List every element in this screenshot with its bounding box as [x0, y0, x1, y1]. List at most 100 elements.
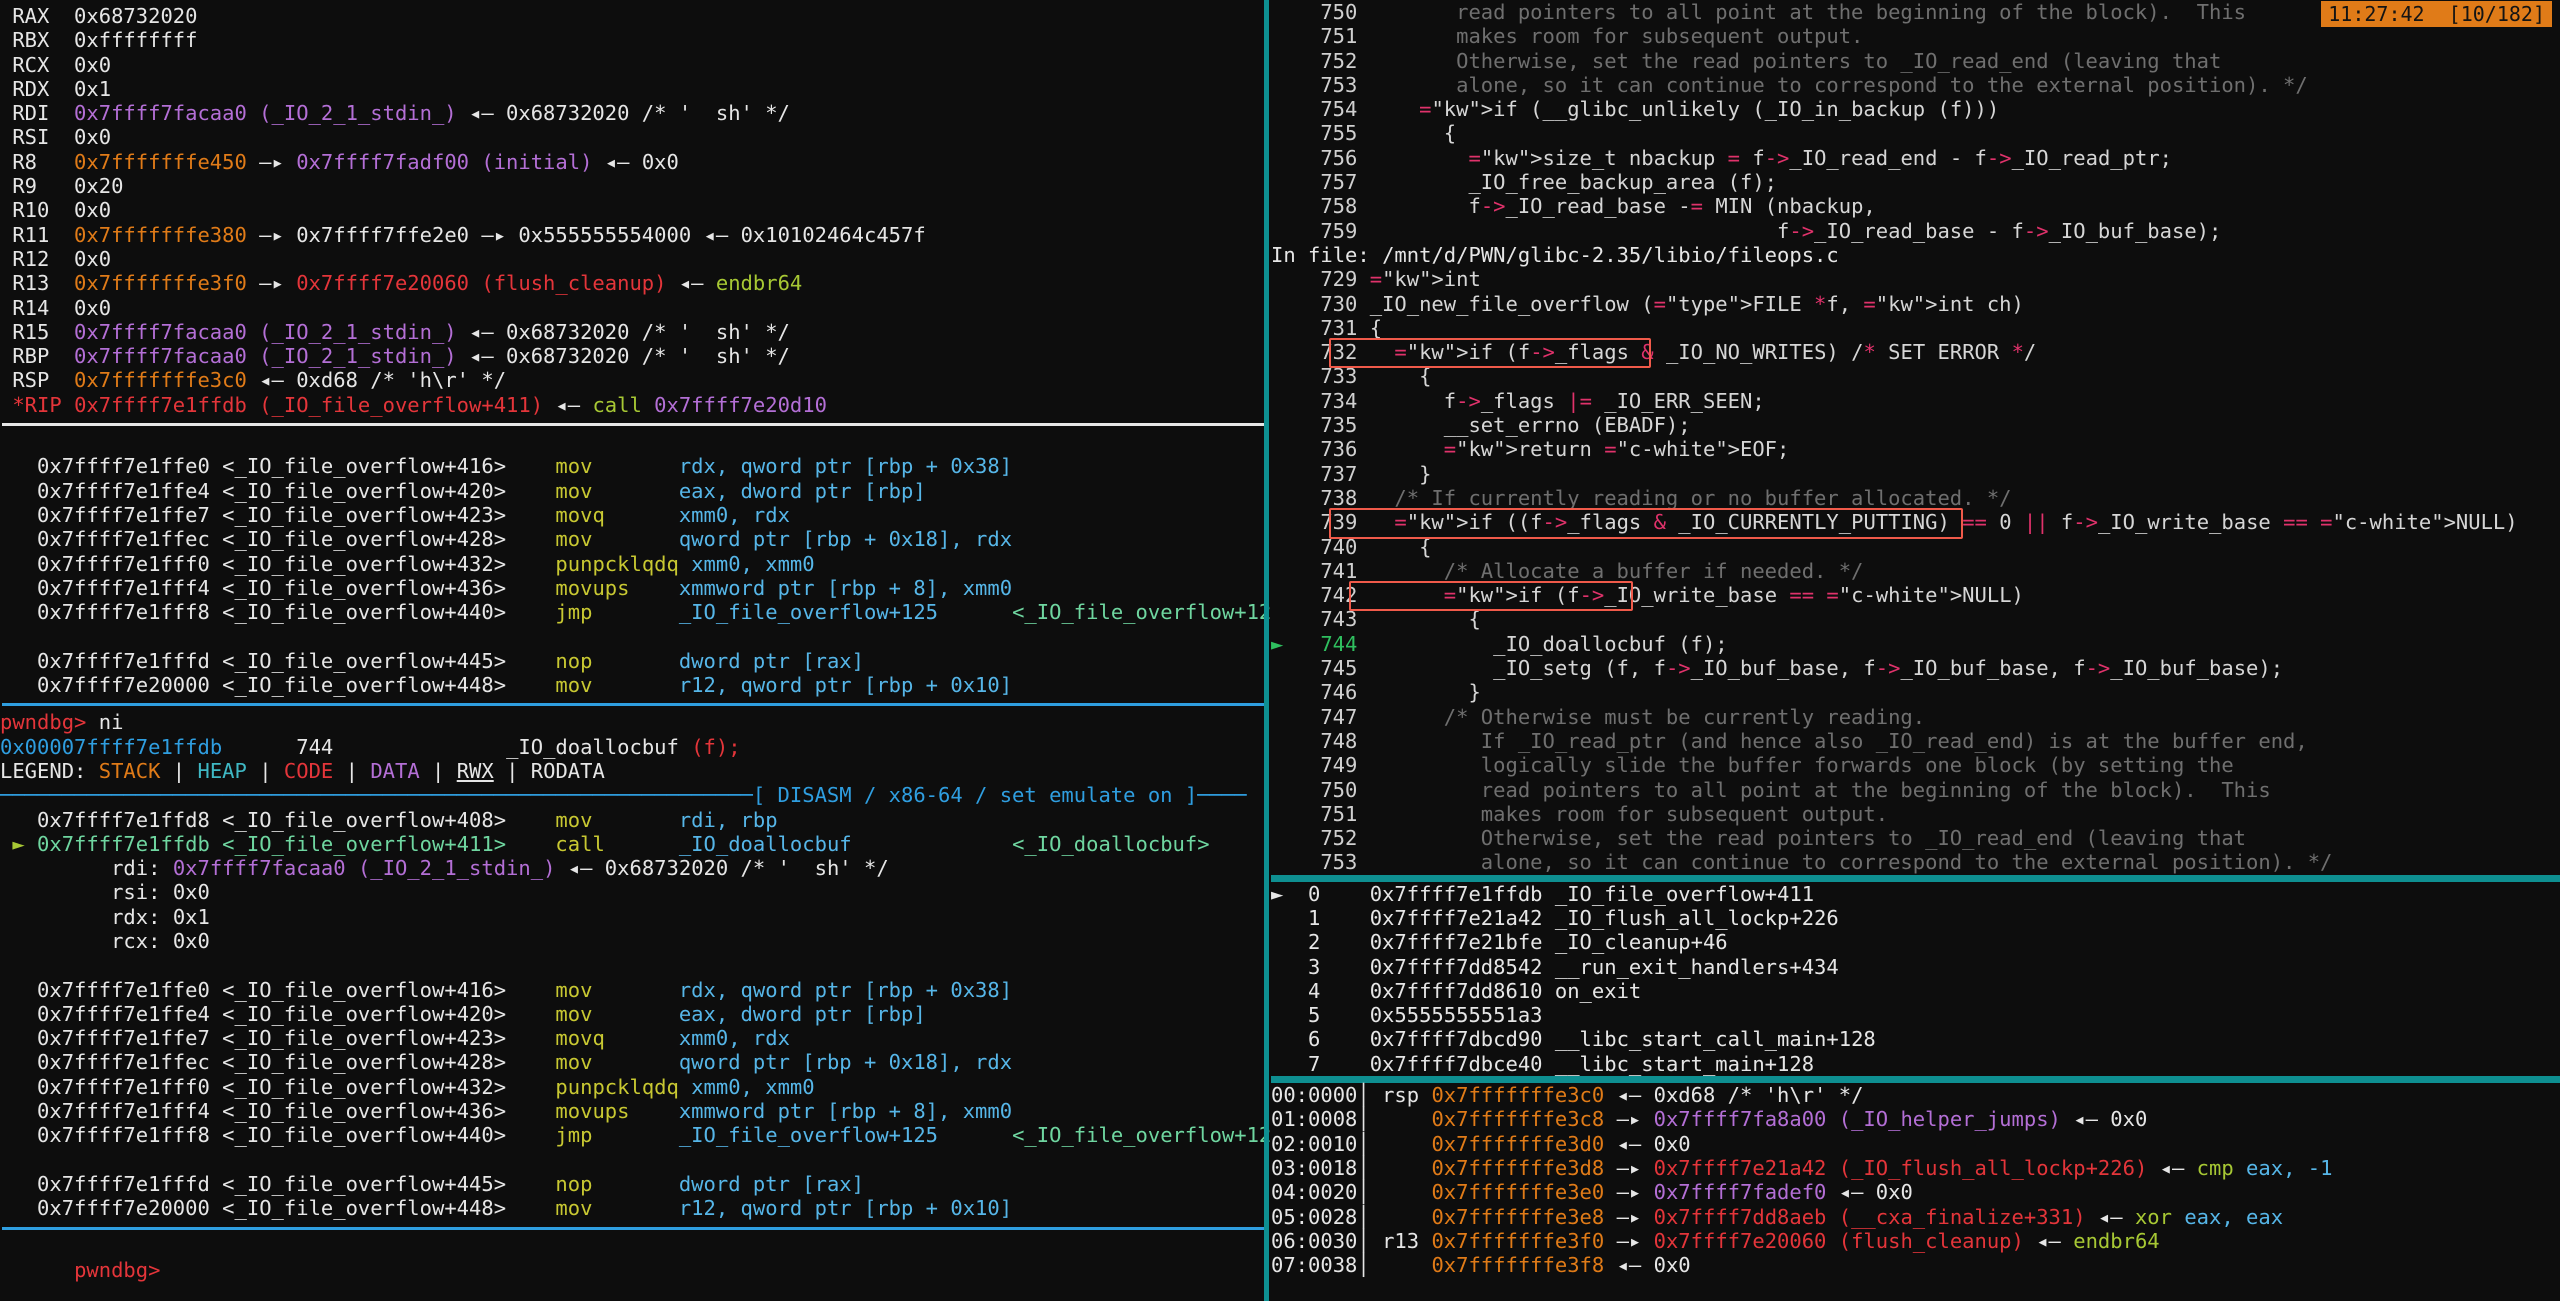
source-line-text: f->_flags |= _IO_ERR_SEEN; [1369, 388, 1765, 413]
source-line-number: 755 [1320, 121, 1358, 146]
source-marker [1271, 73, 1296, 97]
disasm-symbol: <_IO_file_overflow+445> [222, 648, 507, 673]
source-line-number: 750 [1320, 777, 1358, 802]
disasm-operands: _IO_file_overflow+125 [678, 600, 939, 625]
register-value: 0x68732020 [74, 4, 198, 28]
source-line: 757 _IO_free_backup_area (f); [1271, 170, 2560, 194]
stack-value: 0x7ffff7dd8aeb (__cxa_finalize+331) [1653, 1204, 2086, 1229]
disasm-address: 0x7ffff7e20000 [37, 1196, 210, 1221]
stack-row: 03:0018│ 0x7fffffffe3d8 —▸ 0x7ffff7e21a4… [1271, 1155, 2333, 1180]
frame-address: 0x7ffff7dbce40 [1369, 1051, 1543, 1076]
frame-index: 0 [1308, 881, 1321, 906]
source-line-text: makes room for subsequent output. [1369, 801, 1889, 826]
source-line: 743 { [1271, 607, 2560, 631]
disasm-line: 0x7ffff7e1fff0 <_IO_file_overflow+432> p… [0, 552, 1271, 576]
argument-value: 0x7ffff7facaa0 (_IO_2_1_stdin_) [172, 856, 556, 881]
disasm-symbol: <_IO_file_overflow+428> [222, 1050, 507, 1075]
source-line-text: logically slide the buffer forwards one … [1369, 753, 2234, 778]
source-marker [1271, 559, 1296, 583]
source-line-number: 757 [1320, 170, 1358, 195]
disasm-operands: eax, dword ptr [rbp] [678, 478, 926, 503]
source-line-number: 746 [1320, 680, 1358, 705]
stack-register-label [1382, 1253, 1431, 1277]
disasm-address: 0x7ffff7e1ffe4 [37, 1001, 210, 1026]
disasm-symbol: <_IO_file_overflow+423> [222, 1026, 507, 1051]
source-line-text: read pointers to all point at the beginn… [1369, 0, 2247, 24]
register-name: R10 [12, 198, 62, 223]
disasm-symbol: <_IO_file_overflow+416> [222, 977, 507, 1002]
source-marker [1271, 24, 1296, 48]
register-row: RDX 0x1 [0, 77, 1271, 101]
backtrace-stack-divider [1271, 1076, 2560, 1084]
source-line-number: 743 [1320, 607, 1358, 632]
argument-register: rdx: [111, 904, 161, 929]
current-instruction-marker [0, 600, 37, 624]
disasm-address: 0x7ffff7e1ffec [37, 527, 210, 552]
source-line-text: If _IO_read_ptr (and hence also _IO_read… [1369, 728, 2308, 753]
legend-item-stack: STACK [98, 758, 161, 783]
disasm-address: 0x7ffff7e1fff8 [37, 600, 210, 625]
stop-location: 0x00007ffff7e1ffdb 744 _IO_doallocbuf (f… [0, 734, 741, 759]
stack-value: 0x0 [1653, 1131, 1691, 1156]
disasm-operands: dword ptr [rax] [678, 648, 864, 673]
source-marker [1271, 510, 1296, 534]
source-marker [1271, 680, 1296, 704]
disasm-operands: xmm0, xmm0 [691, 1074, 815, 1099]
disasm-operands: rdi, rbp [678, 807, 778, 832]
source-line-number: 744 [1320, 631, 1358, 656]
disasm-symbol: <_IO_file_overflow+436> [222, 575, 507, 600]
stack-address: 0x7fffffffe3e0 [1431, 1180, 1605, 1205]
source-line-text: ="kw">int [1369, 267, 1481, 292]
source-marker [1271, 729, 1296, 753]
source-line-text: ="kw">if [1443, 583, 1543, 608]
source-line-text: _IO_new_file_overflow (="type">FILE [1369, 291, 1802, 316]
frame-index: 6 [1308, 1027, 1321, 1052]
source-line: 746 } [1271, 680, 2560, 704]
stack-address: 0x7fffffffe3f8 [1431, 1253, 1605, 1278]
source-line: ► 744 _IO_doallocbuf (f); [1271, 632, 2560, 656]
register-name: R13 [12, 271, 62, 296]
stack-offset: 07:0038 [1271, 1253, 1358, 1278]
source-line: 754 ="kw">if (__glibc_unlikely (_IO_in_b… [1271, 97, 2560, 121]
disasm-banner: ────────────────────────────────────────… [0, 783, 1271, 807]
source-line-number: 759 [1320, 218, 1358, 243]
disasm-operands: xmm0, rdx [678, 502, 790, 527]
argument-value: 0x1 [172, 904, 210, 929]
shell-prompt[interactable]: pwndbg> [0, 1234, 1271, 1282]
disasm-line: 0x7ffff7e1fffd <_IO_file_overflow+445> n… [0, 1172, 1271, 1196]
frame-marker [1271, 1052, 1296, 1076]
command-echo: pwndbg> ni 0x00007ffff7e1ffdb 744 _IO_doa… [0, 710, 1271, 783]
source-line: 752 Otherwise, set the read pointers to … [1271, 49, 2560, 73]
source-line-text: f->_IO_read_base -= MIN (nbackup, [1369, 194, 1876, 219]
legend-item-code: CODE [283, 758, 334, 783]
disasm-operands: qword ptr [rbp + 0x18], rdx [678, 527, 1013, 552]
current-instruction-marker [0, 1099, 37, 1123]
disasm-mnemonic: movups [555, 1099, 679, 1124]
legend-item-rodata: RODATA [530, 758, 605, 783]
disasm-banner-line: ────────────────────────────────────────… [0, 783, 1247, 808]
stack-address: 0x7fffffffe3d0 [1431, 1131, 1605, 1156]
disasm-symbol: <_IO_file_overflow+432> [222, 551, 507, 576]
source-line-text: { [1369, 534, 1432, 559]
source-line: 737 } [1271, 462, 2560, 486]
stack-value: 0x7ffff7e21a42 (_IO_flush_all_lockp+226) [1653, 1155, 2148, 1180]
source-marker [1271, 437, 1296, 461]
register-name: RDI [12, 101, 62, 126]
register-value: 0x0 [74, 52, 112, 77]
frame-symbol: __libc_start_call_main+128 [1554, 1027, 1876, 1052]
register-value: 0x7fffffffe450 [74, 149, 247, 174]
source-marker [1271, 389, 1296, 413]
source-line: 735 __set_errno (EBADF); [1271, 413, 2560, 437]
frame-address: 0x7ffff7e21bfe [1369, 930, 1543, 955]
disasm-line: 0x7ffff7e1fff4 <_IO_file_overflow+436> m… [0, 576, 1271, 600]
disasm-line: 0x7ffff7e1ffd8 <_IO_file_overflow+408> m… [0, 808, 1271, 832]
disasm-banner-text: [ DISASM / x86-64 / set emulate on ] [752, 783, 1198, 808]
disasm-address: 0x7ffff7e1ffdb [37, 831, 210, 856]
legend-item-heap: HEAP [197, 758, 247, 783]
source-line-number: 732 [1320, 340, 1358, 365]
register-row: *RIP 0x7ffff7e1ffdb (_IO_file_overflow+4… [12, 392, 827, 417]
disassembly-scrollback: 0x7ffff7e1ffe0 <_IO_file_overflow+416> m… [0, 430, 1271, 697]
separator-rule-3 [0, 1221, 1271, 1234]
stack-value: 0x0 [1653, 1253, 1691, 1278]
frame-index: 3 [1308, 954, 1321, 979]
